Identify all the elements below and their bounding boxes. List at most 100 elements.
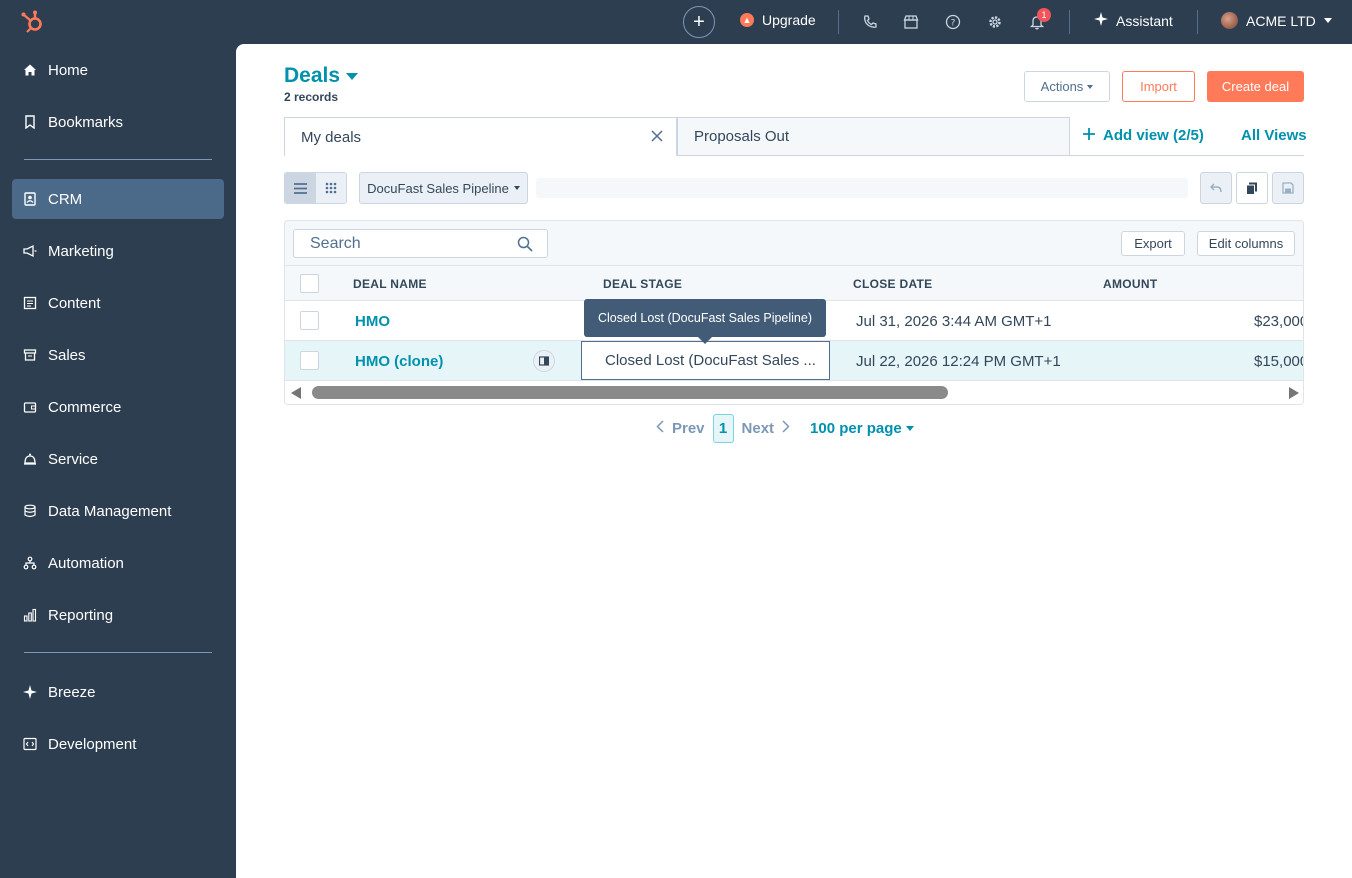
create-deal-button[interactable]: Create deal bbox=[1207, 71, 1304, 102]
assistant-label: Assistant bbox=[1116, 12, 1173, 29]
bar-chart-icon bbox=[22, 607, 38, 623]
settings-gear-icon[interactable] bbox=[985, 12, 1005, 32]
preview-panel-icon[interactable] bbox=[533, 350, 555, 372]
per-page-label: 100 per page bbox=[810, 420, 902, 437]
column-header-deal-stage[interactable]: DEAL STAGE bbox=[603, 277, 682, 291]
avatar bbox=[1221, 12, 1238, 29]
view-toggle bbox=[284, 172, 347, 204]
sidebar: Home Bookmarks CRM Marketing Content Sal… bbox=[0, 44, 236, 878]
database-icon bbox=[22, 503, 38, 519]
amount-cell: $15,000 bbox=[1254, 353, 1304, 370]
column-header-close-date[interactable]: CLOSE DATE bbox=[853, 277, 932, 291]
help-icon[interactable]: ? bbox=[943, 12, 963, 32]
close-date-cell: Jul 31, 2026 3:44 AM GMT+1 bbox=[856, 313, 1052, 330]
phone-icon[interactable] bbox=[860, 12, 880, 32]
sidebar-item-label: Service bbox=[48, 450, 99, 468]
upgrade-arrow-icon: ▲ bbox=[740, 13, 754, 27]
row-checkbox[interactable] bbox=[300, 351, 319, 370]
list-view-icon[interactable] bbox=[285, 173, 316, 203]
sidebar-item-automation[interactable]: Automation bbox=[12, 543, 224, 583]
tab-proposals-out[interactable]: Proposals Out bbox=[677, 117, 1070, 156]
edit-columns-button[interactable]: Edit columns bbox=[1197, 231, 1295, 256]
next-page-button[interactable]: Next bbox=[742, 420, 775, 437]
import-button[interactable]: Import bbox=[1122, 71, 1195, 102]
current-page[interactable]: 1 bbox=[712, 414, 734, 443]
automation-icon bbox=[22, 555, 38, 571]
deal-stage-cell[interactable]: Closed Lost (DocuFast Sales ... bbox=[581, 341, 830, 380]
wallet-icon bbox=[22, 399, 38, 415]
column-header-deal-name[interactable]: DEAL NAME bbox=[353, 277, 427, 291]
scrollbar-thumb[interactable] bbox=[312, 386, 948, 399]
all-views-link[interactable]: All Views bbox=[1241, 127, 1307, 144]
row-checkbox[interactable] bbox=[300, 311, 319, 330]
sidebar-item-label: Content bbox=[48, 294, 101, 312]
copy-icon[interactable] bbox=[1236, 172, 1268, 204]
page-title[interactable]: Deals bbox=[284, 64, 359, 88]
select-all-checkbox[interactable] bbox=[300, 274, 319, 293]
marketplace-icon[interactable] bbox=[901, 12, 921, 32]
sparkle-icon bbox=[22, 684, 38, 700]
crm-icon bbox=[22, 191, 38, 207]
tab-divider bbox=[1070, 155, 1304, 156]
sidebar-item-bookmarks[interactable]: Bookmarks bbox=[12, 102, 224, 142]
hubspot-logo-icon[interactable] bbox=[20, 9, 46, 35]
sidebar-item-label: Automation bbox=[48, 554, 124, 572]
pipeline-label: DocuFast Sales Pipeline bbox=[367, 180, 509, 196]
content-icon bbox=[22, 295, 38, 311]
amount-cell: $23,000 bbox=[1254, 313, 1304, 330]
pagination: Prev 1 Next 100 per page bbox=[656, 414, 914, 443]
sidebar-item-crm[interactable]: CRM bbox=[12, 179, 224, 219]
upgrade-button[interactable]: ▲ Upgrade bbox=[740, 12, 816, 28]
horizontal-scrollbar[interactable] bbox=[285, 381, 1303, 404]
search-input[interactable]: Search bbox=[293, 229, 548, 258]
scroll-left-arrow-icon[interactable] bbox=[291, 387, 301, 399]
add-view-button[interactable]: Add view (2/5) bbox=[1083, 127, 1204, 144]
sidebar-item-breeze[interactable]: Breeze bbox=[12, 672, 224, 712]
column-header-amount[interactable]: AMOUNT bbox=[1103, 277, 1157, 291]
prev-page-button[interactable]: Prev bbox=[672, 420, 705, 437]
sidebar-item-label: Bookmarks bbox=[48, 113, 124, 131]
sidebar-item-home[interactable]: Home bbox=[12, 50, 224, 90]
table-row[interactable]: HMO (clone) Closed Lost (DocuFast Sales … bbox=[285, 341, 1304, 381]
save-view-icon[interactable] bbox=[1272, 172, 1304, 204]
upgrade-label: Upgrade bbox=[762, 12, 816, 28]
plus-icon bbox=[1083, 127, 1095, 144]
sidebar-item-label: Breeze bbox=[48, 683, 96, 701]
sidebar-item-sales[interactable]: Sales bbox=[12, 335, 224, 375]
assistant-button[interactable]: Assistant bbox=[1094, 12, 1173, 29]
bookmark-icon bbox=[22, 114, 38, 130]
sidebar-item-service[interactable]: Service bbox=[12, 439, 224, 479]
deal-name-link[interactable]: HMO bbox=[355, 313, 390, 330]
deal-stage-tooltip: Closed Lost (DocuFast Sales Pipeline) bbox=[584, 299, 826, 344]
sidebar-item-label: Reporting bbox=[48, 606, 114, 624]
chevron-right-icon[interactable] bbox=[782, 420, 790, 437]
per-page-select[interactable]: 100 per page bbox=[810, 420, 914, 437]
chevron-down-icon bbox=[1087, 84, 1094, 89]
page-title-text: Deals bbox=[284, 64, 341, 87]
export-button[interactable]: Export bbox=[1121, 231, 1185, 256]
filter-bar[interactable] bbox=[536, 178, 1188, 198]
pipeline-select[interactable]: DocuFast Sales Pipeline bbox=[359, 172, 528, 204]
actions-button[interactable]: Actions bbox=[1024, 71, 1110, 102]
sidebar-item-marketing[interactable]: Marketing bbox=[12, 231, 224, 271]
chevron-down-icon bbox=[346, 72, 359, 80]
tab-my-deals[interactable]: My deals bbox=[284, 117, 677, 156]
deal-stage-text: Closed Lost (DocuFast Sales ... bbox=[605, 352, 816, 369]
sidebar-item-development[interactable]: Development bbox=[12, 724, 224, 764]
sidebar-item-label: Marketing bbox=[48, 242, 114, 260]
board-view-icon[interactable] bbox=[315, 173, 346, 203]
close-icon[interactable] bbox=[650, 129, 664, 143]
create-new-button[interactable]: + bbox=[683, 6, 715, 38]
undo-icon[interactable] bbox=[1200, 172, 1232, 204]
chevron-left-icon[interactable] bbox=[656, 420, 664, 437]
sidebar-item-commerce[interactable]: Commerce bbox=[12, 387, 224, 427]
scroll-right-arrow-icon[interactable] bbox=[1289, 387, 1299, 399]
sidebar-item-content[interactable]: Content bbox=[12, 283, 224, 323]
sidebar-item-reporting[interactable]: Reporting bbox=[12, 595, 224, 635]
megaphone-icon bbox=[22, 243, 38, 259]
sidebar-item-data-management[interactable]: Data Management bbox=[12, 491, 224, 531]
add-view-label: Add view (2/5) bbox=[1103, 127, 1204, 144]
search-icon bbox=[517, 236, 533, 252]
account-menu[interactable]: ACME LTD bbox=[1221, 12, 1332, 29]
deal-name-link[interactable]: HMO (clone) bbox=[355, 353, 443, 370]
